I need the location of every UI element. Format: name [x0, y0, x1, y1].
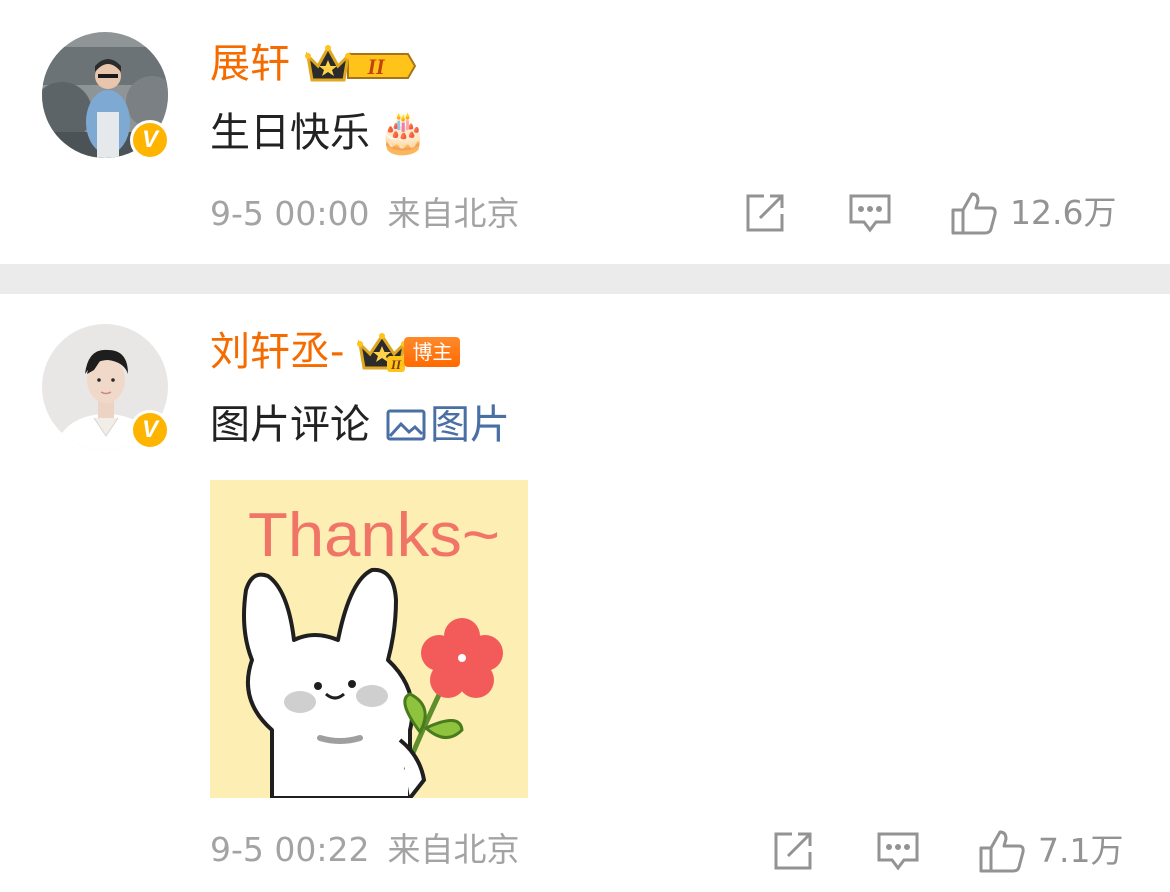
crown-icon: II [356, 330, 408, 374]
comment-item: V 展轩 II II 生日快乐 🎂 9-5 00:00 来自北京 [0, 0, 1170, 264]
like-count: 12.6万 [1010, 193, 1117, 232]
username-row: 刘轩丞- II 博主 [210, 328, 461, 376]
comment-text: 图片评论 [210, 402, 370, 448]
comment-icon [877, 832, 919, 871]
verified-badge-icon: V [130, 120, 170, 160]
sticker-text: Thanks~ [248, 501, 500, 570]
comment-text-row: 生日快乐 🎂 [210, 108, 428, 158]
blogger-tag: 博主 [404, 337, 461, 367]
svg-text:II: II [390, 357, 402, 372]
comment-source: 来自北京 [387, 830, 520, 869]
reply-button[interactable] [876, 830, 920, 872]
cake-emoji: 🎂 [378, 110, 428, 156]
comment-text-row: 图片评论 图片 [210, 400, 510, 450]
like-button[interactable]: 7.1万 [978, 828, 1123, 874]
verified-badge-icon: V [130, 410, 170, 450]
comment-source: 来自北京 [387, 194, 520, 233]
share-button[interactable] [772, 830, 814, 872]
share-icon [774, 832, 812, 870]
like-button[interactable]: 12.6万 [950, 190, 1116, 236]
comment-divider [0, 264, 1170, 294]
comment-time: 9-5 00:22 [210, 830, 370, 869]
comment-icon [849, 194, 891, 233]
comment-meta: 9-5 00:00 来自北京 [210, 194, 520, 234]
username-row: 展轩 II II [210, 40, 416, 88]
like-icon [951, 192, 997, 235]
comment-text: 生日快乐 [210, 110, 370, 156]
image-icon [386, 409, 426, 441]
like-icon [979, 830, 1025, 873]
like-count: 7.1万 [1038, 831, 1124, 870]
comment-item: V 刘轩丞- II 博主 图片评论 图片 [0, 294, 1170, 892]
username[interactable]: 展轩 [210, 40, 290, 88]
svg-text:II: II [366, 54, 386, 79]
comment-time: 9-5 00:00 [210, 194, 370, 233]
image-link[interactable]: 图片 [386, 400, 510, 450]
share-button[interactable] [744, 192, 786, 234]
crown-icon: II [304, 42, 416, 86]
comment-meta: 9-5 00:22 来自北京 [210, 830, 520, 870]
share-icon [746, 194, 784, 232]
reply-button[interactable] [848, 192, 892, 234]
username[interactable]: 刘轩丞- [210, 328, 344, 376]
comment-image[interactable]: Thanks~ [210, 480, 528, 800]
image-link-label: 图片 [430, 402, 510, 448]
